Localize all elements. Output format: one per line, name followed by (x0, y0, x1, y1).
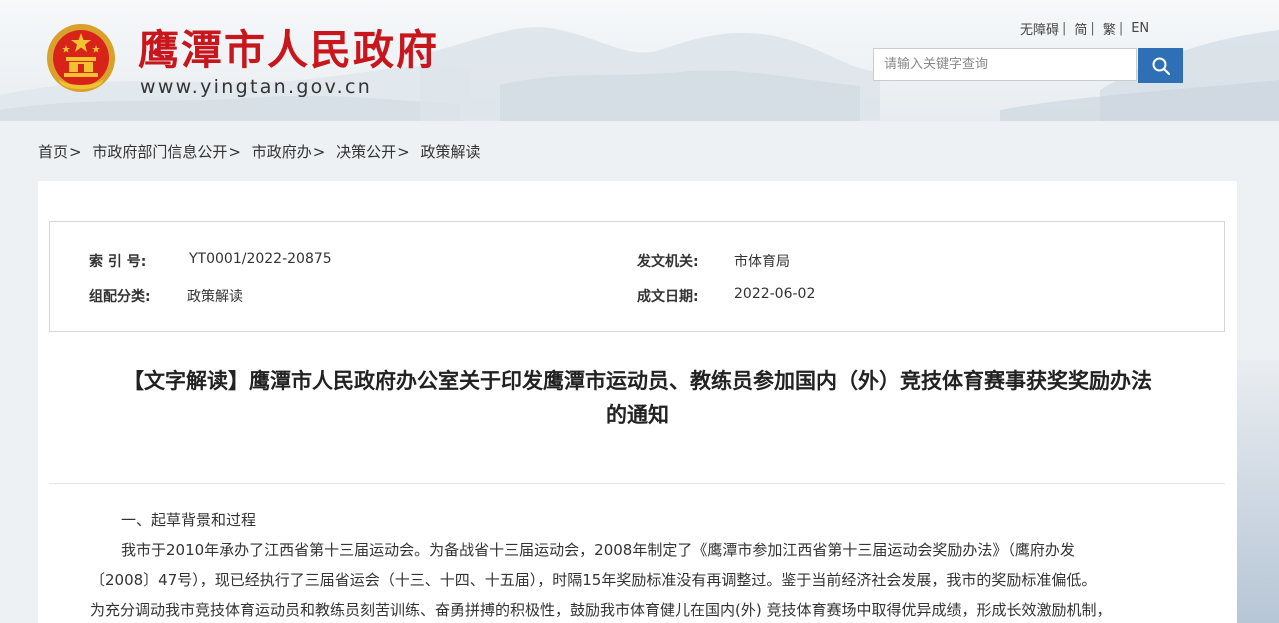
breadcrumb-policy-interpretation[interactable]: 政策解读 (421, 143, 481, 161)
search-button[interactable] (1138, 48, 1183, 83)
site-url: www.yingtan.gov.cn (140, 76, 373, 98)
breadcrumb-decision-public[interactable]: 决策公开 (336, 143, 396, 161)
issuer-value: 市体育局 (734, 254, 790, 270)
search-input[interactable]: 请输入关键字查询 (873, 48, 1137, 81)
issuer-label: 发文机关: (637, 254, 699, 270)
site-title[interactable]: 鹰潭市人民政府 (138, 16, 439, 76)
paragraph-line: 为充分调动我市竞技体育运动员和教练员刻苦训练、奋勇拼搏的积极性，鼓励我市体育健儿… (90, 601, 1112, 619)
search-icon (1152, 57, 1170, 75)
index-number-value: YT0001/2022-20875 (189, 251, 332, 267)
simplified-chinese-link[interactable]: 简 (1074, 19, 1087, 38)
accessibility-link[interactable]: 无障碍 (1020, 19, 1059, 38)
breadcrumb-gov-office[interactable]: 市政府办 (252, 143, 312, 161)
document-title: 【文字解读】鹰潭市人民政府办公室关于印发鹰潭市运动员、教练员参加国内（外）竞技体… (38, 364, 1237, 432)
top-links: 无障碍 | 简 | 繁 | EN (1020, 19, 1150, 38)
date-value: 2022-06-02 (734, 286, 816, 302)
category-label: 组配分类: (89, 289, 151, 305)
index-number-label: 索 引 号: (89, 254, 147, 270)
article-panel: 索 引 号: YT0001/2022-20875 发文机关: 市体育局 组配分类… (38, 181, 1237, 623)
breadcrumb-dept-info[interactable]: 市政府部门信息公开 (92, 143, 227, 161)
document-title-line-2: 的通知 (606, 403, 669, 427)
traditional-chinese-link[interactable]: 繁 (1103, 19, 1116, 38)
category-value: 政策解读 (187, 289, 243, 305)
english-link[interactable]: EN (1131, 21, 1149, 36)
breadcrumb: 首页> 市政府部门信息公开> 市政府办> 决策公开> 政策解读 (38, 143, 481, 161)
site-header: 鹰潭市人民政府 www.yingtan.gov.cn 无障碍 | 简 | 繁 | EN… (0, 0, 1279, 121)
document-metadata: 索 引 号: YT0001/2022-20875 发文机关: 市体育局 组配分类… (49, 221, 1225, 332)
date-label: 成文日期: (637, 289, 699, 305)
section-heading: 一、起草背景和过程 (121, 511, 257, 529)
paragraph-line: 〔2008〕47号），现已经执行了三届省运会（十三、十四、十五届），时隔15年奖… (90, 571, 1097, 589)
divider (49, 483, 1225, 484)
document-title-line-1: 【文字解读】鹰潭市人民政府办公室关于印发鹰潭市运动员、教练员参加国内（外）竞技体… (123, 369, 1152, 393)
paragraph-line: 我市于2010年承办了江西省第十三届运动会。为备战省十三届运动会，2008年制定… (121, 541, 1075, 559)
national-emblem-icon (47, 24, 115, 92)
background-decoration (1237, 360, 1279, 623)
breadcrumb-home[interactable]: 首页 (38, 143, 68, 161)
